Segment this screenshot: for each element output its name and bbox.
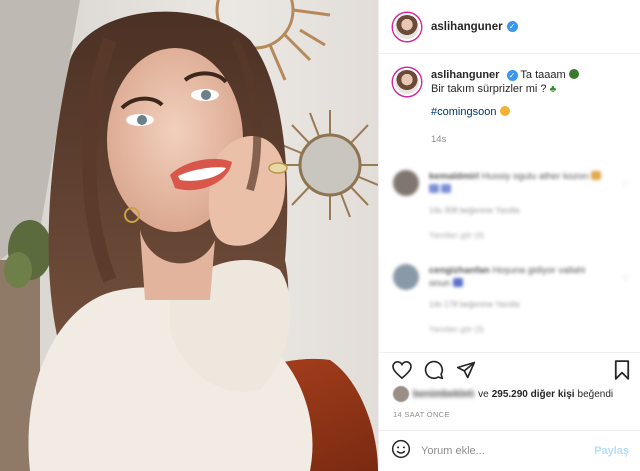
hashtag-link[interactable]: #comingsoon [431, 105, 496, 119]
caption: aslihanguner ✓ Ta taaam Bir takım sürpri… [393, 68, 633, 147]
post-photo[interactable] [0, 0, 378, 471]
likes-suffix: beğendi [577, 388, 614, 400]
author-username[interactable]: aslihanguner [431, 21, 503, 33]
smiley-icon[interactable] [391, 439, 411, 464]
emoji-icon [441, 184, 451, 193]
post-panel: aslihanguner ✓ aslihanguner ✓ Ta taaam B… [378, 0, 640, 471]
view-replies-link[interactable]: Yanıtları gör (4) [429, 229, 609, 242]
bookmark-icon[interactable] [611, 359, 633, 381]
likes-connector: ve [478, 388, 489, 400]
selfie-image [0, 0, 378, 471]
post-header: aslihanguner ✓ [379, 0, 640, 54]
comment-icon[interactable] [423, 359, 445, 381]
likes-count[interactable]: 295.290 diğer kişi [492, 389, 575, 400]
likes-summary: benimbekleti ve 295.290 diğer kişi beğen… [393, 386, 613, 402]
emoji-icon [452, 278, 463, 287]
turtle-emoji-icon [568, 69, 579, 79]
heart-icon[interactable] [391, 359, 413, 381]
send-icon[interactable] [455, 359, 477, 381]
post-comment-button[interactable]: Paylaş [594, 445, 629, 457]
comment-meta: 14s 308 beğenme Yanıtla [429, 206, 520, 215]
comment-item: cengizhanfan Hoşuna gidiyor vallahi onun… [393, 264, 633, 336]
view-replies-link[interactable]: Yanıtları gör (3) [429, 323, 609, 336]
comment-like-icon[interactable]: ♡ [622, 180, 629, 189]
verified-badge-icon: ✓ [506, 69, 518, 81]
caption-line-2: Bir takım sürprizler mi ? [431, 83, 547, 95]
comment-meta: 14s 178 beğenme Yanıtla [429, 300, 520, 309]
comment-avatar[interactable] [393, 264, 419, 290]
hushed-face-emoji-icon [499, 106, 510, 116]
comment-input[interactable] [421, 445, 591, 457]
emoji-icon [429, 184, 439, 193]
action-bar [379, 352, 640, 386]
caption-avatar[interactable] [393, 68, 421, 96]
liker-username[interactable]: benimbekleti [413, 389, 474, 400]
caption-line-1: Ta taaam [520, 69, 566, 81]
comment-text: Hussiy ogulu ather kozon [481, 171, 589, 182]
comment-like-icon[interactable]: ♡ [622, 274, 629, 283]
liker-avatar[interactable] [393, 386, 409, 402]
comment-author[interactable]: cengizhanfan [429, 265, 490, 276]
author-avatar[interactable] [393, 12, 421, 41]
caption-time: 14s [431, 134, 447, 145]
verified-badge-icon: ✓ [506, 21, 518, 32]
comment-composer: Paylaş [379, 430, 640, 471]
post-timestamp[interactable]: 14 SAAT ÖNCE [393, 410, 450, 419]
comment-avatar[interactable] [393, 170, 419, 196]
emoji-icon [591, 171, 602, 180]
caption-username[interactable]: aslihanguner [431, 69, 499, 81]
comment-author[interactable]: kemaldmirl [429, 171, 479, 182]
comment-item: kemaldmirl Hussiy ogulu ather kozon 14s … [393, 170, 633, 242]
clover-emoji-icon: ♣ [549, 84, 557, 95]
